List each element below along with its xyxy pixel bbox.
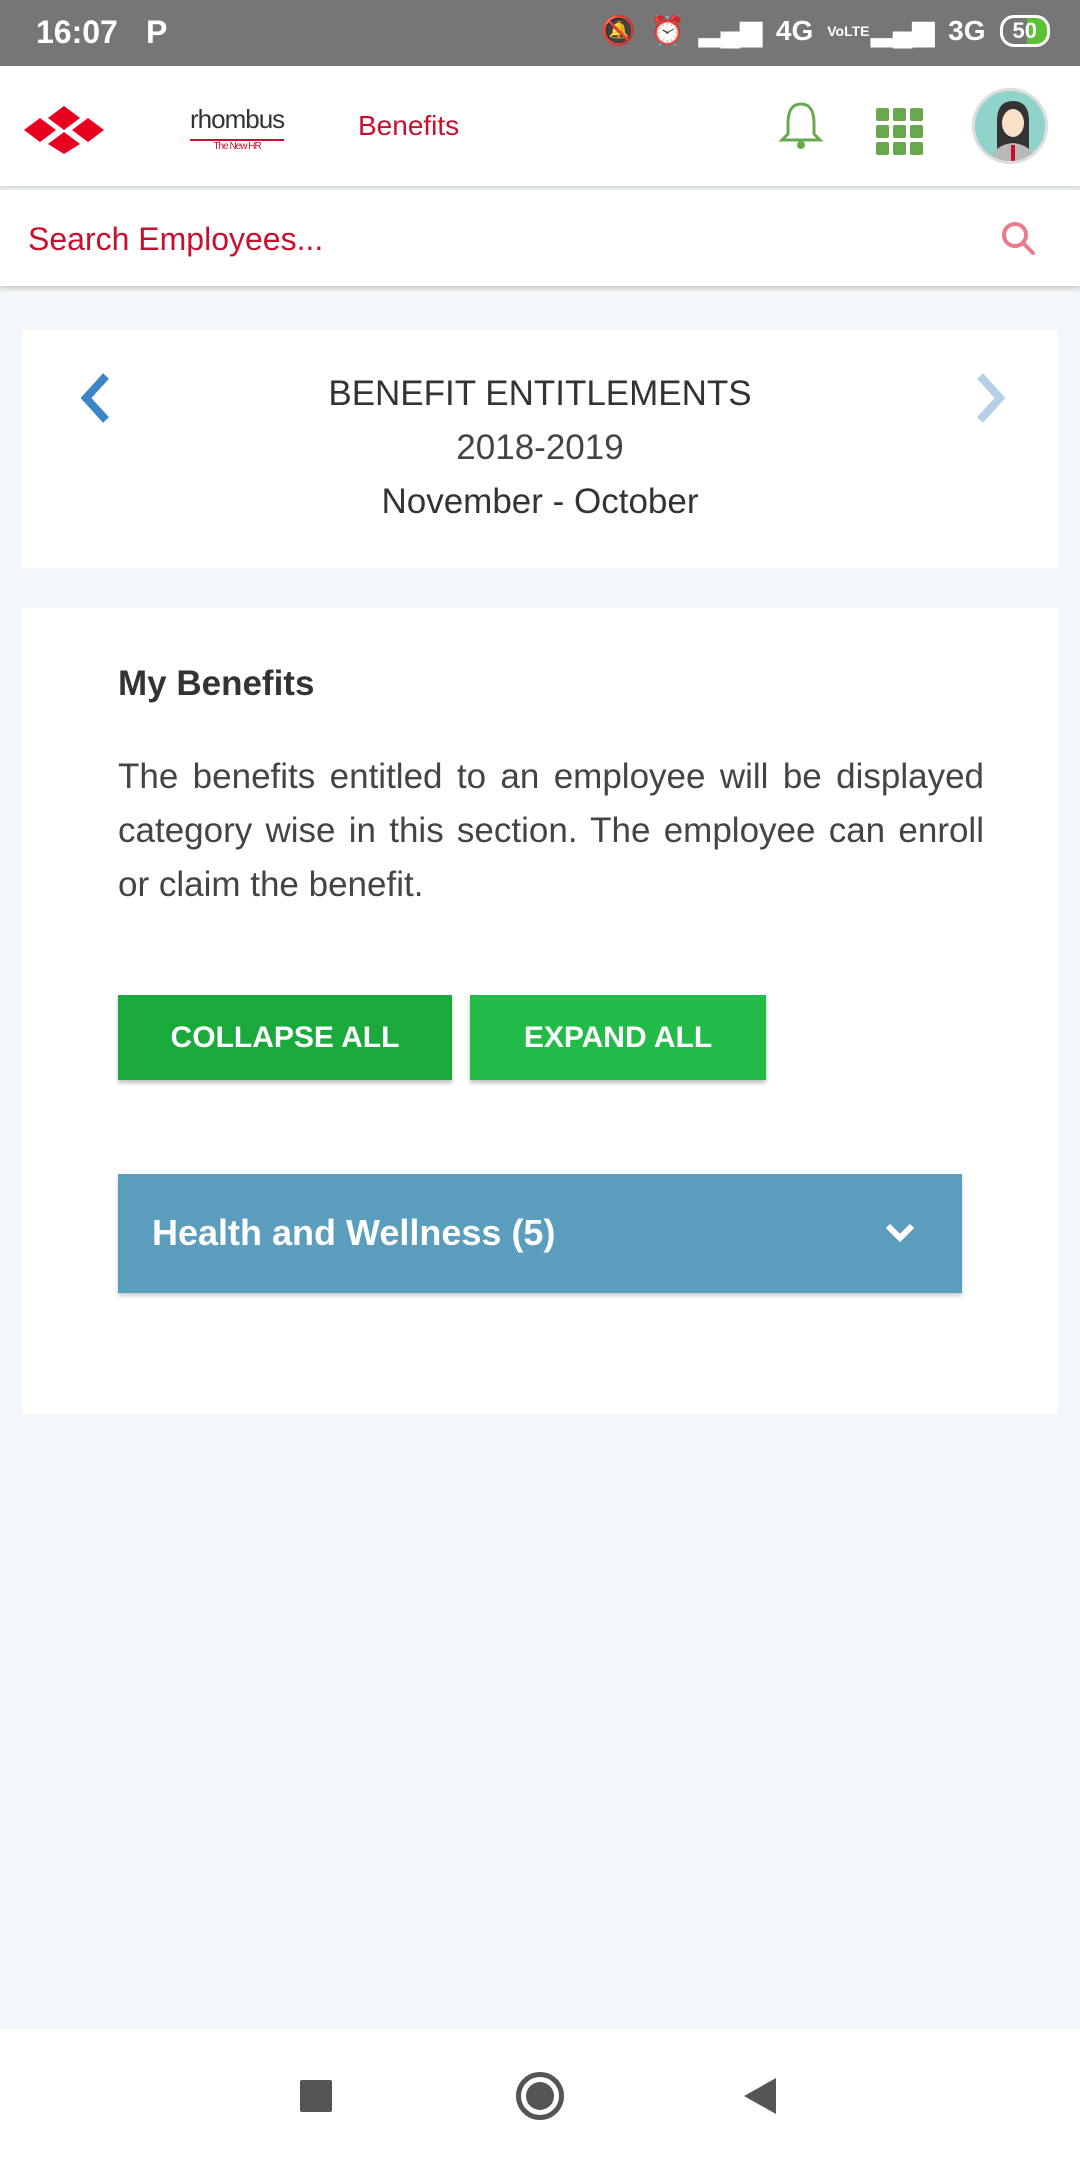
rhombus-logo-icon[interactable] bbox=[24, 106, 104, 154]
period-year: 2018-2019 bbox=[456, 428, 624, 467]
brand-tagline: The New HR bbox=[190, 139, 285, 152]
avatar[interactable] bbox=[972, 88, 1048, 164]
signal-icon: ▂▄▆ bbox=[698, 15, 762, 46]
alarm-icon: ⏰ bbox=[650, 15, 685, 46]
app-indicator: P bbox=[146, 14, 168, 50]
volte-label: VoLTE bbox=[827, 22, 870, 39]
search-bar bbox=[0, 190, 1080, 286]
battery-icon: 50 bbox=[999, 14, 1050, 47]
apps-grid-icon[interactable] bbox=[876, 108, 923, 155]
mute-icon: 🔕 bbox=[601, 15, 637, 46]
brand-logo: rhombus The New HR bbox=[190, 104, 285, 152]
signal-icon-2: ▂▄▆ bbox=[871, 15, 935, 46]
recents-button[interactable] bbox=[300, 2080, 332, 2112]
system-nav-bar bbox=[0, 2030, 1080, 2160]
search-input[interactable] bbox=[28, 214, 928, 264]
home-button[interactable] bbox=[516, 2072, 564, 2120]
section-heading: My Benefits bbox=[118, 664, 315, 703]
bell-icon[interactable] bbox=[778, 100, 824, 150]
chevron-down-icon bbox=[885, 1223, 915, 1243]
period-card: BENEFIT ENTITLEMENTS 2018-2019 November … bbox=[22, 330, 1058, 568]
back-button[interactable] bbox=[742, 2076, 778, 2116]
status-time: 16:07 bbox=[36, 14, 118, 50]
my-benefits-card: My Benefits The benefits entitled to an … bbox=[22, 608, 1058, 1414]
expand-all-button[interactable]: EXPAND ALL bbox=[470, 995, 766, 1080]
category-accordion-health-and-wellness[interactable]: Health and Wellness (5) bbox=[118, 1174, 962, 1293]
section-description: The benefits entitled to an employee wil… bbox=[118, 757, 984, 904]
period-months: November - October bbox=[381, 482, 699, 521]
brand-name: rhombus bbox=[190, 104, 285, 134]
app-header: rhombus The New HR Benefits bbox=[0, 66, 1080, 186]
network-3g: 3G bbox=[948, 14, 986, 46]
status-bar: 16:07 P 🔕 ⏰ ▂▄▆ 4G VoLTE ▂▄▆ 3G 50 bbox=[0, 0, 1080, 66]
network-4g: 4G bbox=[775, 14, 814, 46]
page-title: Benefits bbox=[358, 110, 460, 141]
next-period-icon[interactable] bbox=[970, 370, 1010, 426]
period-title: BENEFIT ENTITLEMENTS bbox=[328, 374, 752, 413]
search-icon[interactable] bbox=[1000, 220, 1036, 256]
collapse-all-button[interactable]: COLLAPSE ALL bbox=[118, 995, 452, 1080]
category-label: Health and Wellness (5) bbox=[152, 1212, 556, 1253]
